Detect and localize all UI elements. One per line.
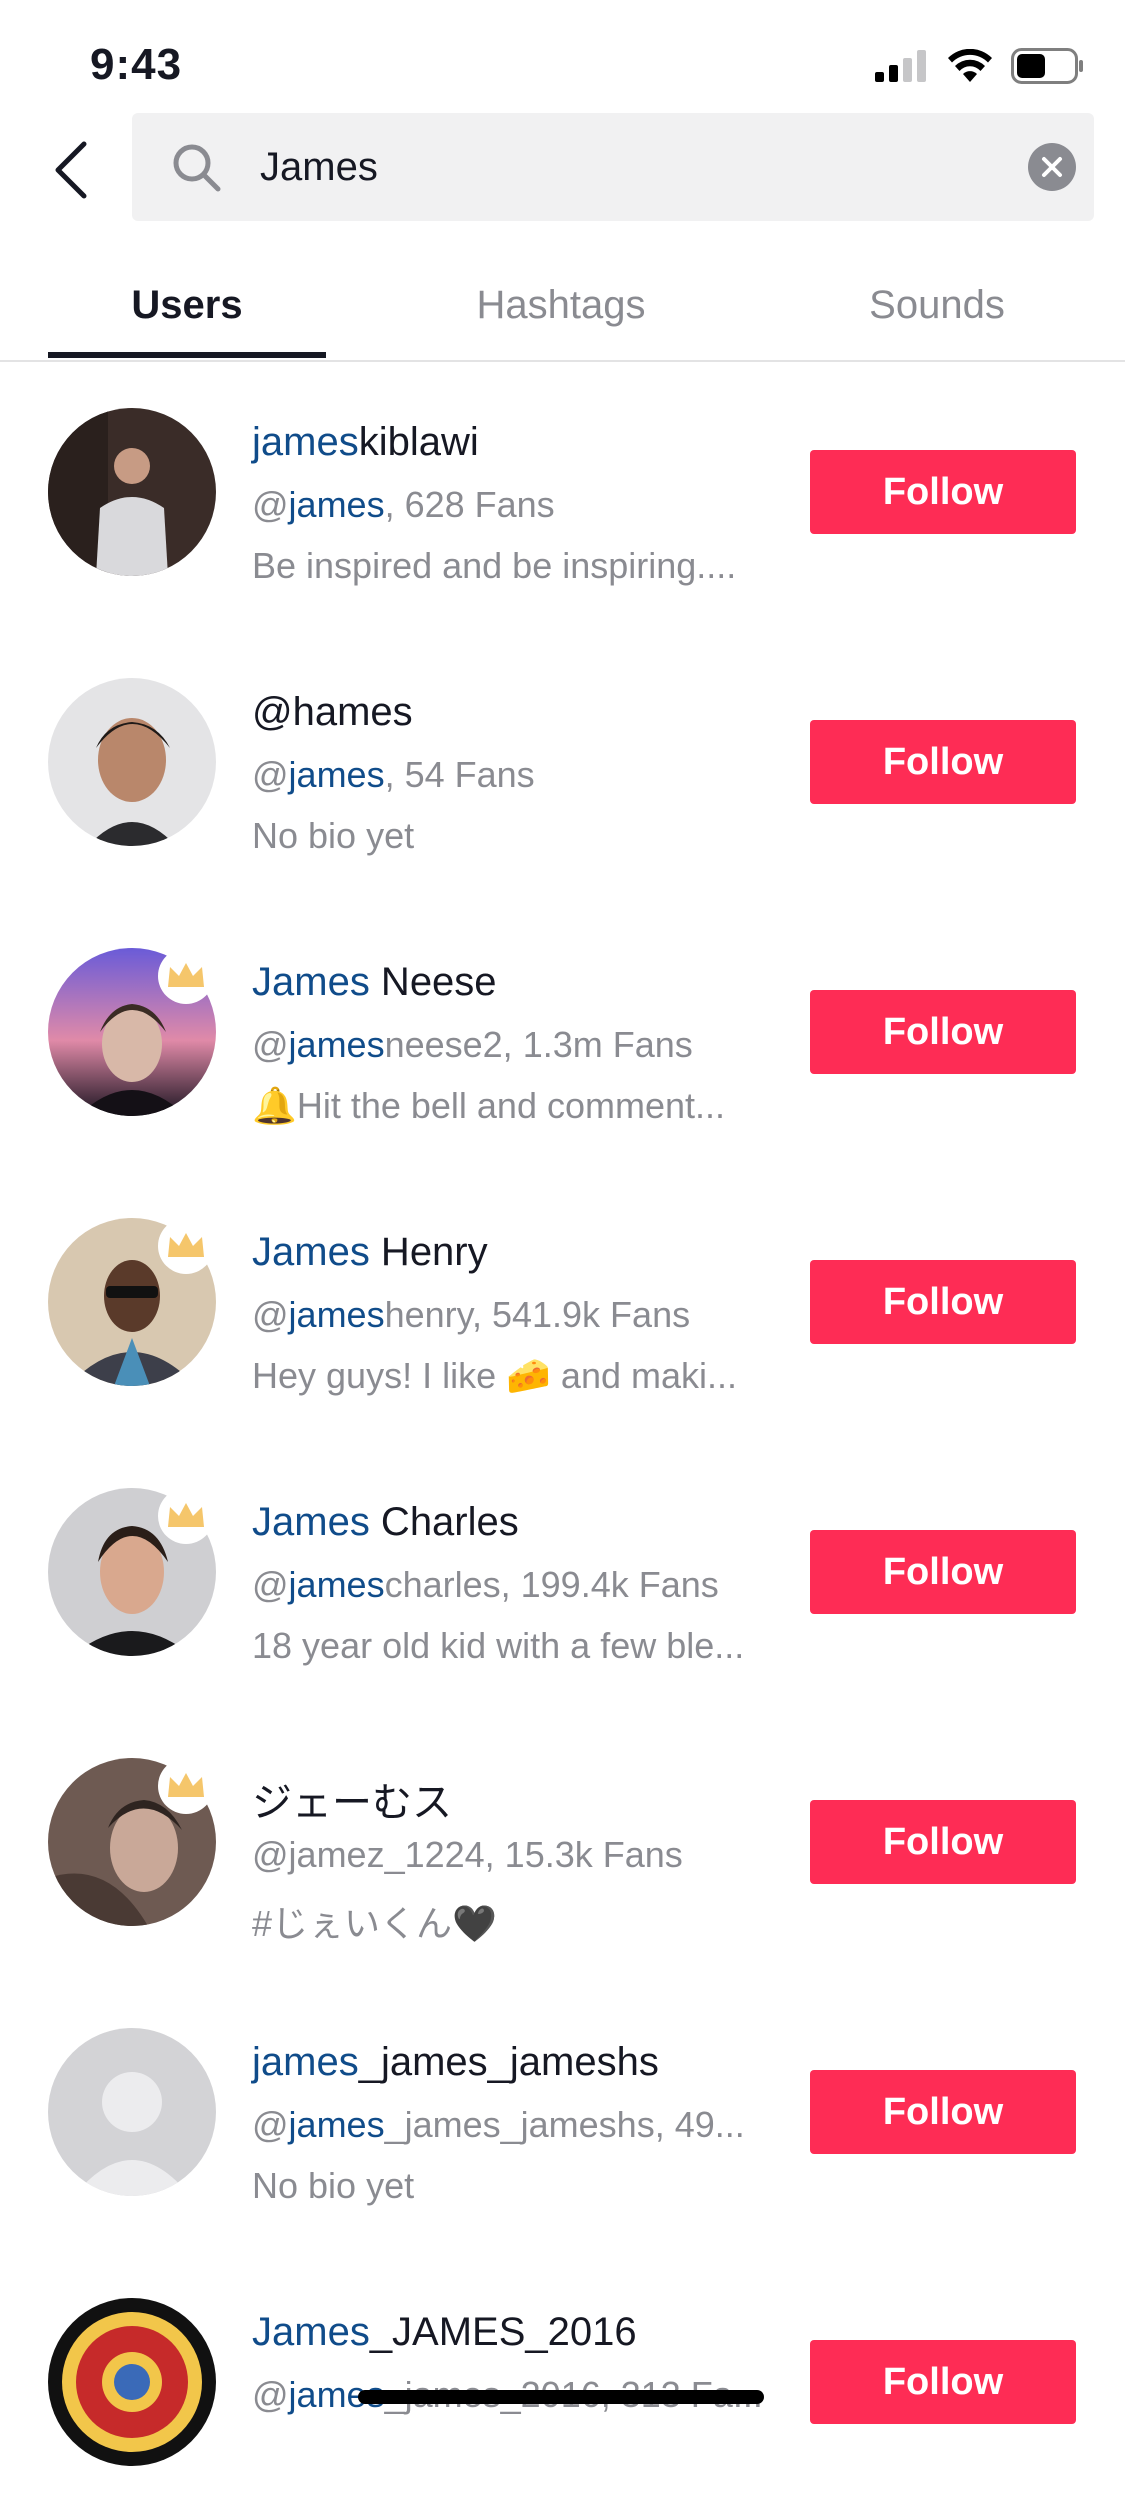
user-row[interactable]: James Henry @jameshenry, 541.9k Fans Hey…	[0, 1170, 1125, 1440]
user-row[interactable]: james_james_jameshs @james_james_jameshs…	[0, 1980, 1125, 2250]
tab-users[interactable]: Users	[48, 250, 326, 360]
follow-button[interactable]: Follow	[810, 450, 1076, 534]
user-handle-fans: @james, 54 Fans	[252, 754, 535, 795]
user-name: jameskiblawi	[252, 420, 479, 464]
chevron-left-icon	[55, 141, 87, 199]
user-name: james_james_jameshs	[252, 2040, 659, 2084]
user-handle-fans: @jamescharles, 199.4k Fans	[252, 1564, 719, 1605]
user-bio: No bio yet	[252, 2165, 415, 2206]
search-input[interactable]	[260, 113, 1000, 221]
follow-button[interactable]: Follow	[810, 1260, 1076, 1344]
follow-button[interactable]: Follow	[810, 1800, 1076, 1884]
avatar[interactable]	[48, 2298, 216, 2466]
user-handle-fans: @jamesneese2, 1.3m Fans	[252, 1024, 693, 1065]
tab-active-indicator	[48, 352, 326, 358]
status-time: 9:43	[90, 40, 183, 89]
user-bio: 🔔Hit the bell and comment...	[252, 1085, 726, 1126]
tab-bar: Users Hashtags Sounds	[0, 250, 1125, 362]
user-row[interactable]: ジェーむス @jamez_1224, 15.3k Fans #じぇいくん🖤 Fo…	[0, 1710, 1125, 1980]
search-bar[interactable]	[132, 113, 1094, 221]
back-button[interactable]	[40, 130, 100, 210]
clear-search-button[interactable]	[1028, 143, 1076, 191]
user-name: @hames	[252, 690, 413, 734]
user-bio: No bio yet	[252, 815, 415, 856]
crown-icon	[158, 1758, 214, 1814]
crown-icon	[158, 948, 214, 1004]
user-row[interactable]: James Charles @jamescharles, 199.4k Fans…	[0, 1440, 1125, 1710]
user-name: James Henry	[252, 1230, 488, 1274]
avatar[interactable]	[48, 678, 216, 846]
avatar[interactable]	[48, 408, 216, 576]
user-handle-fans: @jameshenry, 541.9k Fans	[252, 1294, 691, 1335]
user-name: James_JAMES_2016	[252, 2310, 637, 2354]
user-handle-fans: @james, 628 Fans	[252, 484, 555, 525]
user-name: James Neese	[252, 960, 497, 1004]
follow-button[interactable]: Follow	[810, 990, 1076, 1074]
user-row[interactable]: @hames @james, 54 Fans No bio yet Follow	[0, 630, 1125, 900]
crown-icon	[158, 1218, 214, 1274]
crown-icon	[158, 1488, 214, 1544]
user-bio: Be inspired and be inspiring....	[252, 545, 737, 586]
home-indicator[interactable]	[358, 2390, 764, 2404]
user-row[interactable]: James_JAMES_2016 @james_james_2016, 313 …	[0, 2250, 1125, 2520]
user-handle-fans: @jamez_1224, 15.3k Fans	[252, 1834, 683, 1875]
follow-button[interactable]: Follow	[810, 1530, 1076, 1614]
user-bio: #じぇいくん🖤	[252, 1903, 497, 1944]
user-name: James Charles	[252, 1500, 519, 1544]
user-row[interactable]: James Neese @jamesneese2, 1.3m Fans 🔔Hit…	[0, 900, 1125, 1170]
user-bio: Hey guys! I like 🧀 and maki...	[252, 1355, 737, 1396]
follow-button[interactable]: Follow	[810, 720, 1076, 804]
avatar-placeholder[interactable]	[48, 2028, 216, 2196]
status-icons	[875, 46, 1085, 86]
follow-button[interactable]: Follow	[810, 2340, 1076, 2424]
signal-icon	[875, 50, 926, 82]
follow-button[interactable]: Follow	[810, 2070, 1076, 2154]
wifi-icon	[948, 49, 992, 82]
tab-sounds[interactable]: Sounds	[810, 250, 1064, 360]
user-name: ジェーむス	[252, 1781, 452, 1825]
tab-hashtags[interactable]: Hashtags	[430, 250, 692, 360]
close-icon	[1042, 157, 1062, 177]
user-bio: 18 year old kid with a few ble...	[252, 1625, 745, 1666]
user-row[interactable]: jameskiblawi @james, 628 Fans Be inspire…	[0, 360, 1125, 630]
search-icon	[173, 144, 221, 192]
user-handle-fans: @james_james_jameshs, 49...	[252, 2104, 745, 2145]
battery-icon	[1011, 48, 1083, 84]
